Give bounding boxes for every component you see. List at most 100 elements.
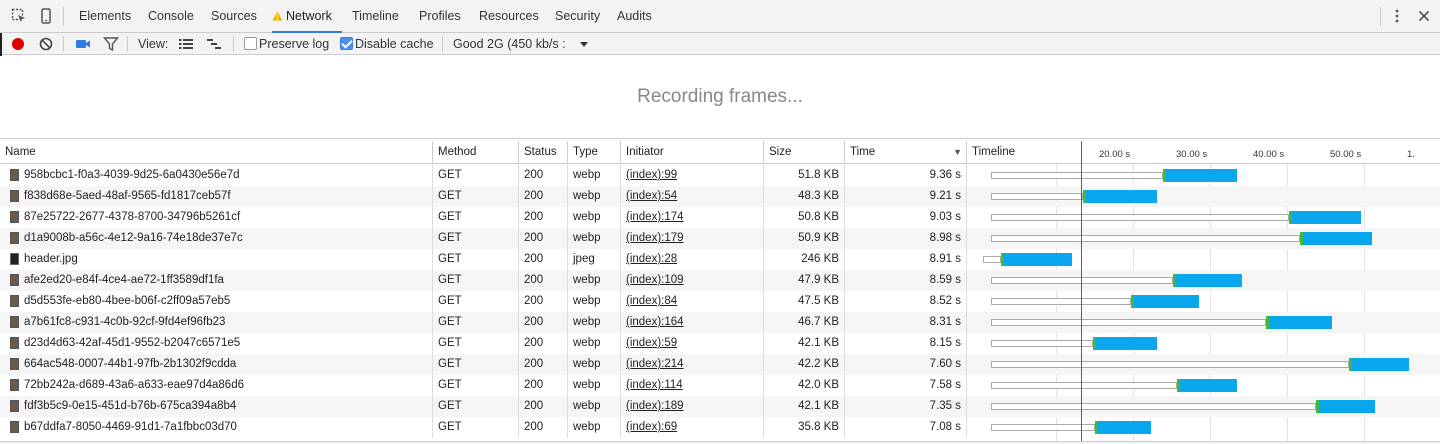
initiator-link[interactable]: (index):54 — [621, 186, 764, 207]
record-icon[interactable] — [10, 36, 26, 52]
status-cell: 200 — [519, 291, 568, 312]
image-thumbnail-icon — [10, 421, 19, 433]
timeline-waiting-bar — [991, 424, 1095, 431]
name-cell[interactable]: b67ddfa7-8050-4469-91d1-7a1fbbc03d70 — [0, 417, 433, 438]
tab-elements[interactable]: Elements — [79, 0, 131, 33]
name-cell[interactable]: a7b61fc8-c931-4c0b-92cf-9fd4ef96fb23 — [0, 312, 433, 333]
name-cell[interactable]: d1a9008b-a56c-4e12-9a16-74e18de37e7c — [0, 228, 433, 249]
disable-cache-label: Disable cache — [355, 37, 434, 51]
name-cell[interactable]: d5d553fe-eb80-4bee-b06f-c2ff09a57eb5 — [0, 291, 433, 312]
tab-timeline[interactable]: Timeline — [352, 0, 399, 33]
status-cell: 200 — [519, 165, 568, 186]
image-thumbnail-icon — [10, 274, 19, 286]
resource-name: fdf3b5c9-0e15-451d-b76b-675ca394a8b4 — [24, 400, 237, 412]
time-cell: 7.35 s — [845, 396, 967, 417]
sort-descending-icon: ▼ — [953, 147, 962, 157]
name-cell[interactable]: 87e25722-2677-4378-8700-34796b5261cf — [0, 207, 433, 228]
size-cell: 35.8 KB — [764, 417, 845, 438]
table-row[interactable]: 664ac548-0007-44b1-97fb-2b1302f9cdda GET 2… — [0, 354, 1440, 375]
device-mode-icon[interactable] — [38, 8, 54, 24]
name-cell[interactable]: f838d68e-5aed-48af-9565-fd1817ceb57f — [0, 186, 433, 207]
chevron-down-icon[interactable] — [576, 36, 592, 52]
timeline-waiting-bar — [983, 256, 1001, 263]
column-header-type[interactable]: Type — [568, 141, 621, 164]
time-cell: 8.31 s — [845, 312, 967, 333]
table-row[interactable]: d1a9008b-a56c-4e12-9a16-74e18de37e7c GET 2… — [0, 228, 1440, 249]
timeline-waiting-bar — [991, 403, 1316, 410]
resource-name: 87e25722-2677-4378-8700-34796b5261cf — [24, 211, 241, 223]
disable-cache-checkbox[interactable] — [340, 37, 353, 50]
timeline-waiting-bar — [991, 298, 1131, 305]
image-thumbnail-icon — [10, 316, 19, 328]
time-cell: 8.15 s — [845, 333, 967, 354]
inspect-element-icon[interactable] — [11, 8, 27, 24]
timeline-receive-bar — [1269, 316, 1332, 329]
table-row[interactable]: a7b61fc8-c931-4c0b-92cf-9fd4ef96fb23 GET 2… — [0, 312, 1440, 333]
initiator-link[interactable]: (index):174 — [621, 207, 764, 228]
tab-profiles[interactable]: Profiles — [419, 0, 461, 33]
initiator-link[interactable]: (index):69 — [621, 417, 764, 438]
initiator-link[interactable]: (index):28 — [621, 249, 764, 270]
column-header-method[interactable]: Method — [433, 141, 519, 164]
table-row[interactable]: f838d68e-5aed-48af-9565-fd1817ceb57f GET 2… — [0, 186, 1440, 207]
initiator-link[interactable]: (index):99 — [621, 165, 764, 186]
tab-network[interactable]: Network — [272, 0, 342, 33]
dom-content-loaded-marker — [1081, 141, 1082, 444]
tab-sources[interactable]: Sources — [211, 0, 257, 33]
time-cell: 7.60 s — [845, 354, 967, 375]
resource-name: b67ddfa7-8050-4469-91d1-7a1fbbc03d70 — [24, 421, 237, 433]
table-row[interactable]: d23d4d63-42af-45d1-9552-b2047c6571e5 GET 2… — [0, 333, 1440, 354]
tab-resources[interactable]: Resources — [479, 0, 539, 33]
capture-screenshots-icon[interactable] — [75, 36, 91, 52]
tab-console[interactable]: Console — [148, 0, 194, 33]
column-header-status[interactable]: Status — [519, 141, 568, 164]
name-cell[interactable]: 72bb242a-d689-43a6-a633-eae97d4a86d6 — [0, 375, 433, 396]
name-cell[interactable]: 958bcbc1-f0a3-4039-9d25-6a0430e56e7d — [0, 165, 433, 186]
image-thumbnail-icon — [10, 358, 19, 370]
tab-audits[interactable]: Audits — [617, 0, 652, 33]
table-row[interactable]: header.jpg GET 200 jpeg (index):28 246 KB 8.91… — [0, 249, 1440, 270]
column-header-name[interactable]: Name — [0, 141, 433, 164]
method-cell: GET — [433, 207, 519, 228]
table-row[interactable]: 958bcbc1-f0a3-4039-9d25-6a0430e56e7d GET 2… — [0, 165, 1440, 186]
timeline-waiting-bar — [991, 214, 1289, 221]
name-cell[interactable]: 664ac548-0007-44b1-97fb-2b1302f9cdda — [0, 354, 433, 375]
initiator-link[interactable]: (index):84 — [621, 291, 764, 312]
initiator-link[interactable]: (index):179 — [621, 228, 764, 249]
time-cell: 9.21 s — [845, 186, 967, 207]
table-row[interactable]: fdf3b5c9-0e15-451d-b76b-675ca394a8b4 GET 2… — [0, 396, 1440, 417]
more-options-icon[interactable] — [1389, 8, 1405, 24]
initiator-link[interactable]: (index):214 — [621, 354, 764, 375]
table-row[interactable]: 87e25722-2677-4378-8700-34796b5261cf GET 2… — [0, 207, 1440, 228]
filter-icon[interactable] — [103, 36, 119, 52]
table-row[interactable]: d5d553fe-eb80-4bee-b06f-c2ff09a57eb5 GET 2… — [0, 291, 1440, 312]
tab-security[interactable]: Security — [555, 0, 600, 33]
name-cell[interactable]: d23d4d63-42af-45d1-9552-b2047c6571e5 — [0, 333, 433, 354]
timeline-receive-bar — [1166, 169, 1237, 182]
initiator-link[interactable]: (index):109 — [621, 270, 764, 291]
table-row[interactable]: 72bb242a-d689-43a6-a633-eae97d4a86d6 GET 2… — [0, 375, 1440, 396]
column-header-size[interactable]: Size — [764, 141, 845, 164]
initiator-link[interactable]: (index):59 — [621, 333, 764, 354]
large-rows-icon[interactable] — [178, 36, 194, 52]
size-cell: 48.3 KB — [764, 186, 845, 207]
initiator-link[interactable]: (index):189 — [621, 396, 764, 417]
throttle-select[interactable]: Good 2G (450 kb/s : — [453, 33, 575, 55]
image-thumbnail-icon — [10, 211, 19, 223]
name-cell[interactable]: afe2ed20-e84f-4ce4-ae72-1ff3589df1fa — [0, 270, 433, 291]
column-header-time[interactable]: Time ▼ — [845, 141, 967, 164]
close-icon[interactable] — [1416, 8, 1432, 24]
table-row[interactable]: afe2ed20-e84f-4ce4-ae72-1ff3589df1fa GET 2… — [0, 270, 1440, 291]
name-cell[interactable]: fdf3b5c9-0e15-451d-b76b-675ca394a8b4 — [0, 396, 433, 417]
preserve-log-checkbox[interactable] — [244, 37, 257, 50]
initiator-link[interactable]: (index):164 — [621, 312, 764, 333]
type-cell: webp — [568, 291, 621, 312]
table-row[interactable]: b67ddfa7-8050-4469-91d1-7a1fbbc03d70 GET 2… — [0, 417, 1440, 438]
column-header-initiator[interactable]: Initiator — [621, 141, 764, 164]
recording-frames-text: Recording frames... — [637, 86, 803, 107]
clear-icon[interactable] — [38, 36, 54, 52]
timeline-receive-bar — [1292, 211, 1361, 224]
initiator-link[interactable]: (index):114 — [621, 375, 764, 396]
overview-icon[interactable] — [206, 36, 222, 52]
name-cell[interactable]: header.jpg — [0, 249, 433, 270]
